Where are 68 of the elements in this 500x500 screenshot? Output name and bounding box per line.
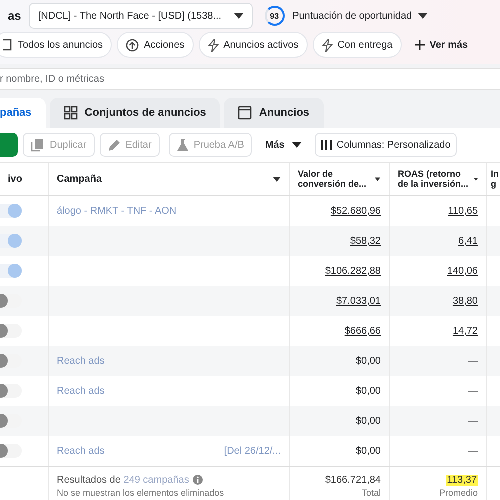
column-header[interactable]: Campaña bbox=[57, 174, 102, 184]
average-value: 113,37 bbox=[446, 474, 478, 486]
filter-chip[interactable]: Con entrega bbox=[312, 32, 402, 58]
pencil-icon bbox=[108, 138, 121, 152]
plus-icon bbox=[414, 40, 425, 50]
caret-icon bbox=[418, 13, 428, 19]
conversion-value: $666,66 bbox=[344, 326, 381, 336]
tab[interactable]: pañas bbox=[0, 98, 46, 128]
filter-chip[interactable]: Ver más bbox=[406, 32, 476, 58]
conversion-value: $106.282,88 bbox=[325, 266, 381, 276]
column-header[interactable]: ROAS (retorno de la inversión... bbox=[398, 168, 470, 190]
roas-value: — bbox=[468, 356, 478, 366]
total-label: Total bbox=[362, 488, 381, 498]
roas-value: 38,80 bbox=[452, 296, 478, 306]
columns-button[interactable]: Columnas: Personalizado bbox=[314, 133, 457, 157]
bolt-icon bbox=[322, 38, 333, 52]
roas-value: 140,06 bbox=[447, 266, 478, 276]
account-dropdown[interactable]: [NDCL] - The North Face - [USD] (1538... bbox=[29, 3, 253, 29]
toggle-switch[interactable] bbox=[0, 384, 22, 398]
caret-icon bbox=[292, 142, 302, 148]
page-title: as bbox=[8, 9, 22, 23]
create-button[interactable] bbox=[0, 133, 18, 157]
filter-chip[interactable]: Anuncios activos bbox=[198, 32, 308, 58]
column-header[interactable]: Valor de conversión de... bbox=[298, 168, 372, 190]
filter-chip[interactable]: Acciones bbox=[117, 32, 194, 58]
date-text: [Del 26/12/... bbox=[224, 446, 281, 456]
roas-value: — bbox=[468, 446, 478, 456]
opportunity-score-button[interactable]: Puntuación de oportunidad bbox=[292, 10, 428, 22]
total-value: $166.721,84 bbox=[325, 474, 381, 486]
roas-value: — bbox=[468, 386, 478, 396]
toggle-switch[interactable] bbox=[0, 324, 22, 338]
conversion-value: $0,00 bbox=[356, 446, 381, 456]
results-summary: Resultados de 249 campañas bbox=[57, 474, 190, 486]
caret-icon bbox=[234, 13, 244, 19]
conversion-value: $58,32 bbox=[350, 236, 381, 246]
conversion-value: $0,00 bbox=[356, 356, 381, 366]
copy-icon bbox=[31, 138, 45, 152]
upload-icon bbox=[126, 38, 140, 52]
score-badge: 93 bbox=[264, 6, 285, 26]
tab[interactable]: Conjuntos de anuncios bbox=[50, 98, 220, 128]
column-header: In g bbox=[491, 168, 500, 190]
conversion-value: $7.033,01 bbox=[336, 296, 381, 306]
bolt-icon bbox=[208, 38, 219, 52]
grid-icon bbox=[64, 106, 78, 120]
toggle-switch[interactable] bbox=[0, 264, 22, 278]
columns-icon bbox=[320, 140, 332, 150]
toggle-switch[interactable] bbox=[0, 444, 22, 458]
sort-caret-icon[interactable] bbox=[375, 176, 381, 182]
roas-value: 110,65 bbox=[448, 206, 478, 216]
average-label: Promedio bbox=[439, 488, 478, 498]
flask-icon bbox=[176, 138, 189, 152]
conversion-value: $52.680,96 bbox=[330, 206, 381, 216]
roas-value: 14,72 bbox=[452, 326, 478, 336]
toggle-switch[interactable] bbox=[0, 204, 22, 218]
search-field[interactable]: r nombre, ID o métricas bbox=[0, 68, 500, 90]
toggle-switch[interactable] bbox=[0, 234, 22, 248]
roas-value: — bbox=[468, 416, 478, 426]
sort-caret-icon[interactable] bbox=[474, 176, 478, 182]
footer-note: No se muestran los elementos eliminados bbox=[57, 488, 224, 498]
info-icon bbox=[193, 475, 204, 485]
conversion-value: $0,00 bbox=[356, 416, 381, 426]
roas-value: 6,41 bbox=[458, 236, 478, 246]
window-icon bbox=[238, 106, 252, 120]
sort-caret-icon[interactable] bbox=[273, 176, 281, 182]
tab[interactable]: Anuncios bbox=[224, 98, 324, 128]
conversion-value: $0,00 bbox=[356, 386, 381, 396]
column-header: ivo bbox=[8, 174, 22, 184]
filter-chip[interactable]: Todos los anuncios bbox=[0, 32, 112, 58]
